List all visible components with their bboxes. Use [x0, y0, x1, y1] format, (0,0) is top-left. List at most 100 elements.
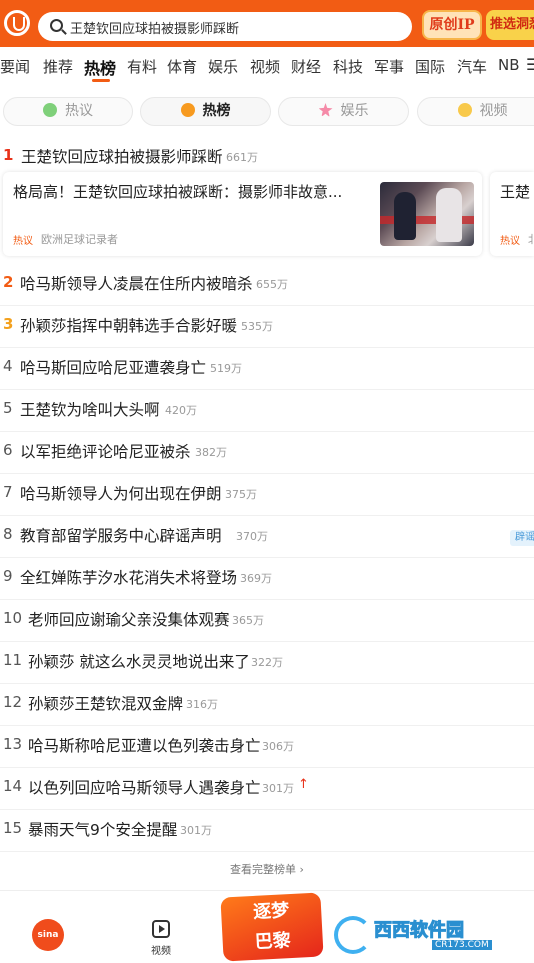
list-item[interactable]: 3 孙颖莎指挥中朝韩选手合影好暖 535万	[0, 306, 534, 348]
item-title: 王楚钦为啥叫大头啊	[20, 401, 160, 419]
heat-count: 519万	[210, 362, 242, 375]
rank-number: 11	[3, 651, 23, 669]
heat-count: 655万	[256, 278, 288, 291]
trending-up-icon: ↑	[298, 777, 309, 792]
promo-banner[interactable]: 推选洞悉	[486, 10, 534, 40]
category-tab[interactable]: 娱乐	[208, 56, 238, 77]
list-item[interactable]: 13 哈马斯称哈尼亚遭以色列袭击身亡 306万	[0, 726, 534, 768]
subtab-entertainment[interactable]: 娱乐	[278, 97, 409, 126]
rank-number: 5	[3, 399, 13, 417]
headphone-icon[interactable]	[4, 10, 30, 36]
chat-icon	[43, 103, 57, 117]
more-categories-icon[interactable]: ☰	[526, 55, 534, 74]
category-tab[interactable]: 科技	[333, 56, 363, 77]
category-nav: 要闻 推荐 热榜 有料 体育 娱乐 视频 财经 科技 军事 国际 汽车 NB ☰	[0, 47, 534, 85]
watermark-logo-icon	[334, 916, 372, 954]
item-title: 王楚钦回应球拍被摄影师踩断	[21, 148, 223, 166]
heat-count: 382万	[195, 446, 227, 459]
category-tab[interactable]: 体育	[167, 56, 197, 77]
category-tab[interactable]: 有料	[127, 56, 157, 77]
fire-icon	[180, 103, 195, 117]
watermark-text: 西西软件园	[374, 920, 465, 942]
heat-count: 369万	[240, 572, 272, 585]
category-tab[interactable]: 财经	[291, 56, 321, 77]
list-item[interactable]: 5 王楚钦为啥叫大头啊 420万	[0, 390, 534, 432]
subtab-label: 视频	[479, 103, 508, 119]
list-item[interactable]: 11 孙颖莎 就这么水灵灵地说出来了 322万	[0, 642, 534, 684]
list-item[interactable]: 7 哈马斯领导人为何出现在伊朗 375万	[0, 474, 534, 516]
rank-number: 7	[3, 483, 13, 501]
category-tab[interactable]: NB	[498, 56, 520, 74]
card-source: 欧洲足球记录者	[41, 233, 118, 246]
category-tab[interactable]: 国际	[415, 56, 445, 77]
list-item[interactable]: 8 教育部留学服务中心辟谣声明 370万 辟谣	[0, 516, 534, 558]
rank-number: 15	[3, 819, 23, 837]
search-query: 王楚钦回应球拍被摄影师踩断	[70, 22, 240, 37]
category-tab-active[interactable]: 热榜	[84, 55, 116, 79]
card-title: 王楚	[500, 183, 531, 201]
rank-number: 2	[3, 273, 14, 291]
list-item[interactable]: 10 老师回应谢瑜父亲没集体观赛 365万	[0, 600, 534, 642]
list-item[interactable]: 9 全红婵陈芋汐水花消失术将登场 369万	[0, 558, 534, 600]
item-title: 哈马斯称哈尼亚遭以色列袭击身亡	[28, 737, 261, 755]
card-title: 格局高！王楚钦回应球拍被踩断：摄影师非故意...	[13, 183, 343, 201]
star-icon	[318, 103, 333, 117]
search-input[interactable]: 王楚钦回应球拍被摄影师踩断	[38, 12, 412, 41]
list-item[interactable]: 4 哈马斯回应哈尼亚遭袭身亡 519万	[0, 348, 534, 390]
category-tab[interactable]: 汽车	[457, 56, 487, 77]
item-title: 孙颖莎指挥中朝韩选手合影好暖	[20, 317, 238, 335]
rank-number: 13	[3, 735, 23, 753]
search-icon	[50, 19, 63, 32]
news-card[interactable]: 王楚 热议 北	[490, 172, 534, 256]
paris-olympics-button[interactable]: 逐梦 巴黎	[220, 891, 324, 963]
item-title: 教育部留学服务中心辟谣声明	[20, 527, 222, 545]
item-title: 老师回应谢瑜父亲没集体观赛	[28, 611, 230, 629]
list-item[interactable]: 12 孙颖莎王楚钦混双金牌 316万	[0, 684, 534, 726]
rank-number: 3	[3, 315, 14, 333]
subtab-bar: 热议 热榜 娱乐 视频	[0, 94, 534, 128]
item-title: 暴雨天气9个安全提醒	[28, 821, 178, 839]
rank-number: 9	[3, 567, 13, 585]
list-item[interactable]: 6 以军拒绝评论哈尼亚被杀 382万	[0, 432, 534, 474]
view-full-list-link[interactable]: 查看完整榜单 ›	[0, 856, 534, 884]
category-tab[interactable]: 视频	[250, 56, 280, 77]
item-title: 哈马斯领导人凌晨在住所内被暗杀	[20, 275, 253, 293]
news-card[interactable]: 格局高！王楚钦回应球拍被踩断：摄影师非故意... 热议 欧洲足球记录者	[3, 172, 482, 256]
sina-home-button[interactable]: sina	[32, 919, 64, 951]
list-item[interactable]: 15 暴雨天气9个安全提醒 301万	[0, 810, 534, 852]
subtab-label: 热议	[65, 103, 93, 119]
item-title: 孙颖莎 就这么水灵灵地说出来了	[28, 653, 250, 671]
subtab-hot-list[interactable]: 热榜	[140, 97, 271, 126]
category-tab[interactable]: 军事	[374, 56, 404, 77]
subtab-label: 娱乐	[340, 103, 369, 119]
card-tag: 热议	[13, 236, 33, 247]
rank-number: 14	[3, 777, 23, 795]
rank-number: 1	[3, 146, 14, 164]
rank-number: 4	[3, 357, 13, 375]
list-item[interactable]: 2 哈马斯领导人凌晨在住所内被暗杀 655万	[0, 264, 534, 306]
video-tab-label[interactable]: 视频	[151, 942, 171, 957]
heat-count: 306万	[262, 740, 294, 753]
subtab-video[interactable]: 视频	[417, 97, 534, 126]
promo-original-ip[interactable]: 原创IP	[422, 10, 482, 40]
video-tab-icon[interactable]	[152, 920, 170, 938]
card-tag: 热议	[500, 236, 520, 247]
heat-count: 375万	[225, 488, 257, 501]
heat-count: 365万	[232, 614, 264, 627]
category-tab[interactable]: 推荐	[43, 56, 73, 77]
debunk-badge[interactable]: 辟谣	[510, 530, 534, 546]
category-tab[interactable]: 要闻	[0, 56, 30, 77]
video-icon	[457, 103, 472, 117]
list-item[interactable]: 14 以色列回应哈马斯领导人遇袭身亡 301万 ↑	[0, 768, 534, 810]
rank-number: 12	[3, 693, 23, 711]
heat-count: 316万	[186, 698, 218, 711]
heat-count: 535万	[241, 320, 273, 333]
heat-count: 661万	[226, 151, 258, 164]
top-search-bar: 王楚钦回应球拍被摄影师踩断 原创IP 推选洞悉	[0, 0, 534, 47]
heat-count: 420万	[165, 404, 197, 417]
heat-count: 322万	[251, 656, 283, 669]
subtab-hot-discussion[interactable]: 热议	[3, 97, 133, 126]
item-title: 以色列回应哈马斯领导人遇袭身亡	[28, 779, 261, 797]
heat-count: 301万	[180, 824, 212, 837]
subtab-label: 热榜	[202, 103, 231, 119]
